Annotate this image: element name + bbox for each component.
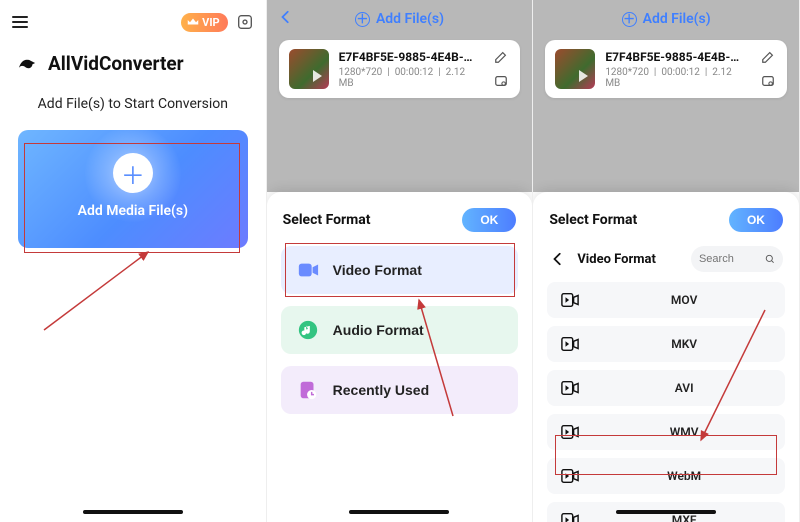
ok-button[interactable]: OK	[729, 208, 783, 232]
sheet-title: Select Format	[283, 212, 371, 228]
plus-circle-icon: ＋	[622, 12, 637, 27]
ok-button[interactable]: OK	[462, 208, 516, 232]
sub-title: Video Format	[577, 252, 681, 267]
edit-icon[interactable]	[492, 48, 510, 66]
format-item-mkv[interactable]: MKV	[547, 326, 785, 362]
options-icon[interactable]	[492, 72, 510, 90]
format-item-icon	[561, 336, 579, 352]
search-icon	[765, 253, 775, 265]
settings-icon[interactable]	[236, 13, 254, 31]
dimmed-background: ＋ Add File(s) E7F4BF5E-9885-4E4B-… 1280*…	[533, 0, 799, 192]
annotation-arrow	[40, 246, 160, 336]
category-recently-used[interactable]: Recently Used	[281, 366, 519, 414]
dimmed-background: ＋ Add File(s) E7F4BF5E-9885-4E4B-… 1280*…	[267, 0, 533, 192]
add-media-card[interactable]: ＋ Add Media File(s)	[18, 130, 248, 248]
sheet-header: Select Format OK	[281, 206, 519, 246]
plus-circle-icon: ＋	[355, 12, 370, 27]
back-icon[interactable]	[279, 10, 293, 24]
file-name: E7F4BF5E-9885-4E4B-…	[339, 50, 483, 64]
video-thumbnail	[555, 49, 595, 89]
search-field[interactable]	[691, 246, 783, 272]
file-card[interactable]: E7F4BF5E-9885-4E4B-… 1280*720 | 00:00:12…	[545, 40, 787, 98]
brand-row: AllVidConverter	[0, 44, 266, 86]
format-item-avi[interactable]: AVI	[547, 370, 785, 406]
format-item-label: MOV	[597, 293, 771, 307]
add-files-header[interactable]: ＋ Add File(s)	[533, 0, 799, 38]
sheet-header: Select Format OK	[547, 206, 785, 246]
format-item-icon	[561, 512, 579, 522]
category-recent-label: Recently Used	[333, 382, 429, 398]
edit-icon[interactable]	[759, 48, 777, 66]
screen-video-format: ＋ Add File(s) E7F4BF5E-9885-4E4B-… 1280*…	[533, 0, 800, 522]
format-item-icon	[561, 380, 579, 396]
file-card[interactable]: E7F4BF5E-9885-4E4B-… 1280*720 | 00:00:12…	[279, 40, 521, 98]
topbar: VIP	[0, 0, 266, 44]
category-video-label: Video Format	[333, 262, 422, 278]
menu-icon[interactable]	[12, 16, 28, 28]
format-list: MOV MKV AVI WMV WebM MXF	[547, 282, 785, 522]
file-subline: 1280*720 | 00:00:12 | 2.12 MB	[605, 67, 749, 89]
recently-used-icon	[297, 379, 319, 401]
add-files-label: Add File(s)	[643, 11, 711, 27]
format-sheet: Select Format OK Video Format Audio Form…	[267, 192, 533, 522]
options-icon[interactable]	[759, 72, 777, 90]
crown-icon	[187, 17, 199, 27]
category-video-format[interactable]: Video Format	[281, 246, 519, 294]
screen-home: VIP AllVidConverter Add File(s) to Start…	[0, 0, 267, 522]
brand-name: AllVidConverter	[48, 52, 184, 75]
search-input[interactable]	[699, 253, 761, 265]
file-name: E7F4BF5E-9885-4E4B-…	[605, 50, 749, 64]
home-indicator	[616, 510, 716, 514]
vip-label: VIP	[202, 16, 220, 29]
subtitle: Add File(s) to Start Conversion	[0, 86, 266, 130]
subheader: Video Format	[547, 246, 785, 282]
format-item-wmv[interactable]: WMV	[547, 414, 785, 450]
file-card-actions	[759, 48, 777, 90]
back-icon[interactable]	[549, 250, 567, 268]
format-item-label: WebM	[597, 469, 771, 483]
format-item-label: AVI	[597, 381, 771, 395]
screen-select-format: ＋ Add File(s) E7F4BF5E-9885-4E4B-… 1280*…	[267, 0, 534, 522]
brand-logo	[14, 50, 40, 76]
format-item-label: MKV	[597, 337, 771, 351]
home-indicator	[83, 510, 183, 514]
file-card-actions	[492, 48, 510, 90]
video-thumbnail	[289, 49, 329, 89]
file-meta: E7F4BF5E-9885-4E4B-… 1280*720 | 00:00:12…	[605, 50, 749, 89]
vip-badge[interactable]: VIP	[181, 13, 228, 32]
add-media-label: Add Media File(s)	[78, 203, 188, 219]
add-files-header[interactable]: ＋ Add File(s)	[267, 0, 533, 38]
format-item-icon	[561, 424, 579, 440]
file-subline: 1280*720 | 00:00:12 | 2.12 MB	[339, 67, 483, 89]
category-audio-format[interactable]: Audio Format	[281, 306, 519, 354]
format-item-label: WMV	[597, 425, 771, 439]
format-sheet: Select Format OK Video Format MOV MKV AVI W…	[533, 192, 799, 522]
format-item-label: MXF	[597, 513, 771, 522]
sheet-title: Select Format	[549, 212, 637, 228]
format-item-icon	[561, 292, 579, 308]
audio-format-icon	[297, 319, 319, 341]
file-meta: E7F4BF5E-9885-4E4B-… 1280*720 | 00:00:12…	[339, 50, 483, 89]
topbar-right: VIP	[181, 13, 254, 32]
plus-icon: ＋	[113, 153, 153, 193]
format-item-webm[interactable]: WebM	[547, 458, 785, 494]
video-format-icon	[297, 259, 319, 281]
home-indicator	[349, 510, 449, 514]
format-item-icon	[561, 468, 579, 484]
add-files-label: Add File(s)	[376, 11, 444, 27]
format-item-mov[interactable]: MOV	[547, 282, 785, 318]
category-audio-label: Audio Format	[333, 322, 424, 338]
